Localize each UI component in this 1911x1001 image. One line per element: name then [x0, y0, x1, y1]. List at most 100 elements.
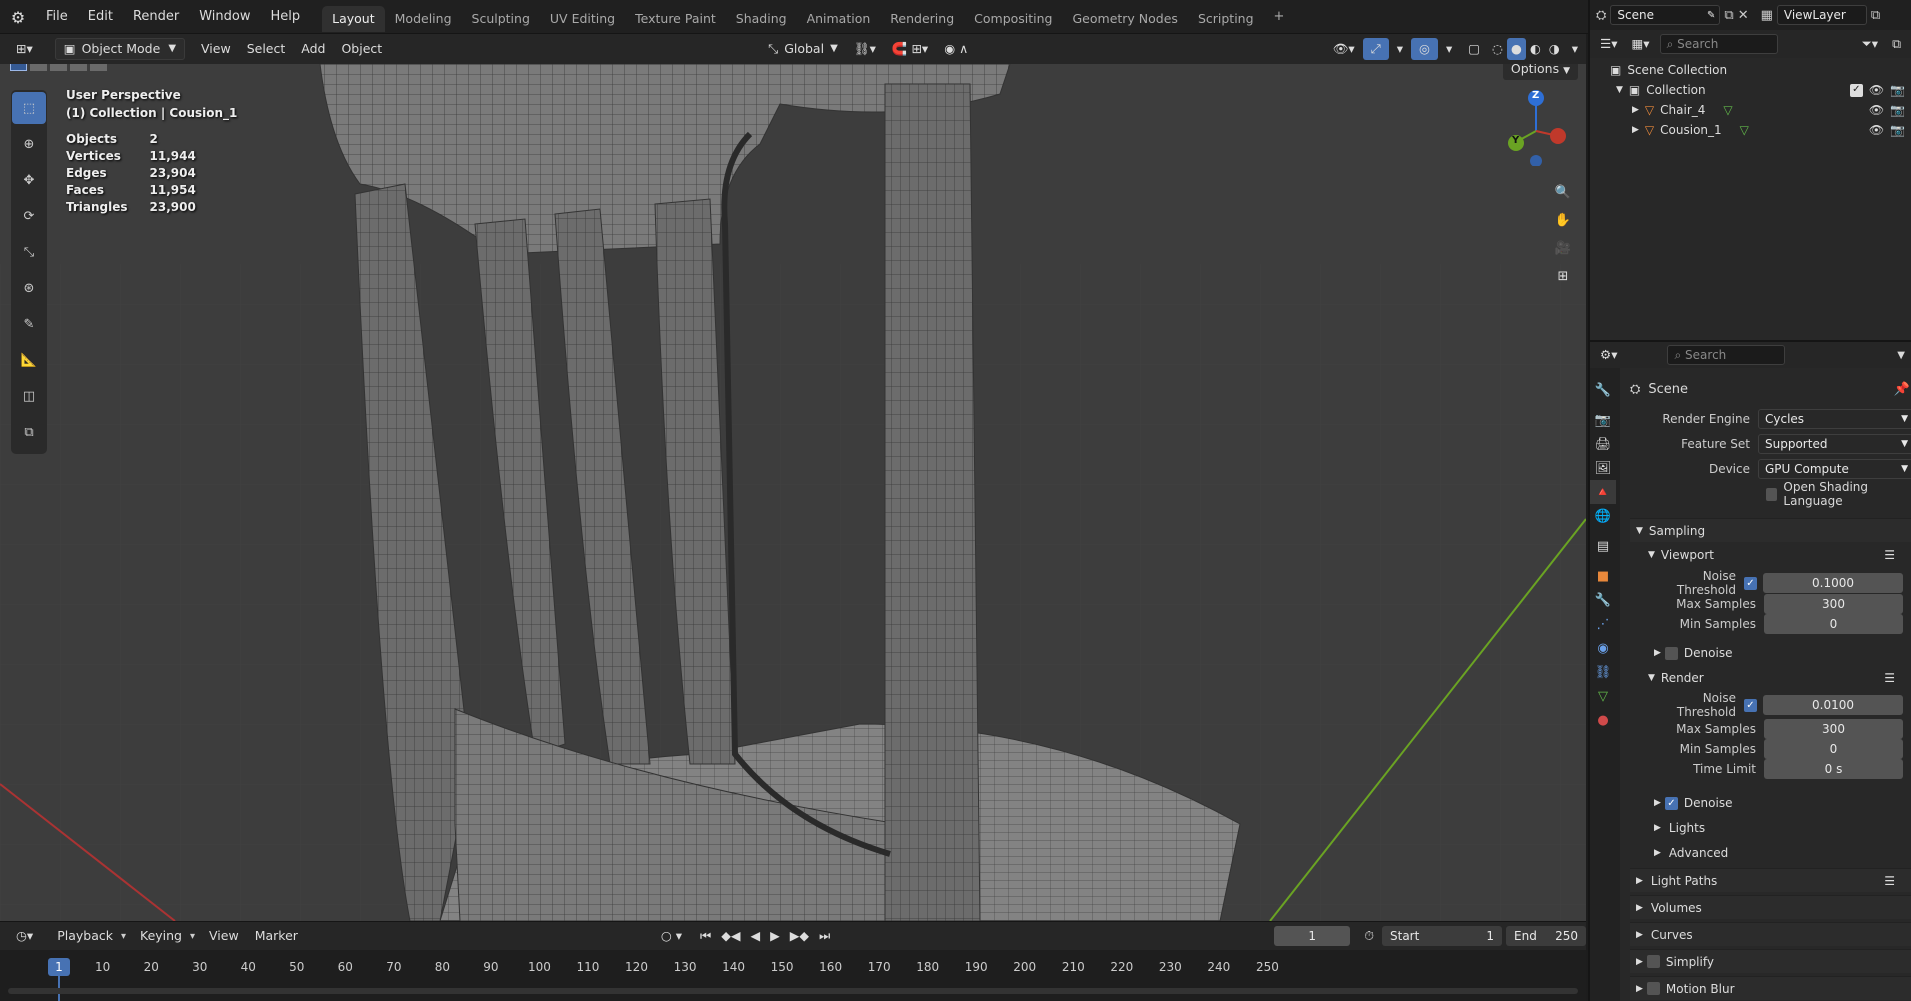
material-shading-icon[interactable]: ◐	[1526, 38, 1545, 60]
tool-tab-icon[interactable]: 🔧	[1590, 378, 1616, 402]
select-subtract-icon[interactable]	[50, 64, 67, 71]
motion-blur-checkbox[interactable]	[1646, 982, 1660, 995]
osl-row[interactable]: Open Shading Language	[1648, 480, 1911, 508]
solid-shading-icon[interactable]: ●	[1506, 38, 1526, 60]
render-noise-checkbox[interactable]: ✓	[1744, 698, 1757, 712]
workspace-tab-animation[interactable]: Animation	[797, 6, 881, 32]
camera-view-icon[interactable]: 🎥	[1548, 234, 1578, 262]
object-row-cushion[interactable]: ▶ ▽ Cousion_1 ▽ 👁 📷	[1610, 120, 1911, 140]
viewport-menu-view[interactable]: View	[193, 38, 239, 60]
render-tab-icon[interactable]: 📷	[1590, 408, 1616, 432]
move-icon[interactable]: ✥	[12, 164, 46, 196]
view-layer-tab-icon[interactable]: 🖼	[1590, 456, 1616, 480]
camera-icon[interactable]: 📷	[1890, 100, 1905, 120]
render-max-samples-field[interactable]: 300	[1764, 719, 1903, 739]
physics-tab-icon[interactable]: ◉	[1590, 636, 1616, 660]
transform-orientation-dropdown[interactable]: ⤡ Global ▼	[760, 38, 846, 60]
timeline-menu-view[interactable]: View	[201, 925, 247, 947]
menu-window[interactable]: Window	[189, 0, 260, 34]
scene-tab-icon[interactable]: 🔺	[1590, 480, 1616, 504]
select-intersect-icon[interactable]	[90, 64, 107, 71]
annotate-icon[interactable]: ✎	[12, 308, 46, 340]
collection-tab-icon[interactable]: ▤	[1590, 534, 1616, 558]
menu-file[interactable]: File	[36, 0, 78, 34]
properties-type-icon[interactable]: ⚙▾	[1596, 344, 1621, 366]
menu-help[interactable]: Help	[261, 0, 311, 34]
workspace-tab-uv-editing[interactable]: UV Editing	[540, 6, 625, 32]
3d-viewport[interactable]: User Perspective (1) Collection | Cousio…	[0, 64, 1586, 921]
play-icon[interactable]: ▶	[766, 925, 784, 947]
particles-tab-icon[interactable]: ⋰	[1590, 612, 1616, 636]
new-view-layer-icon[interactable]: ⧉	[1871, 8, 1880, 23]
transform-icon[interactable]: ⊛	[12, 272, 46, 304]
keyframe-record-icon[interactable]: ○ ▾	[653, 925, 690, 947]
add-cube-icon[interactable]: ◫	[12, 380, 46, 412]
delete-scene-icon[interactable]: ✕	[1738, 8, 1749, 23]
chevron-down-icon[interactable]: ▼	[1897, 350, 1905, 361]
light-paths-panel-header[interactable]: ▶ Light Paths ☰	[1630, 868, 1911, 892]
jump-start-icon[interactable]: ⏮	[696, 925, 715, 947]
render-subpanel-header[interactable]: ▼ Render ☰	[1648, 667, 1911, 689]
list-icon[interactable]: ☰	[1884, 548, 1895, 562]
material-tab-icon[interactable]: ●	[1590, 708, 1616, 732]
modifier-tab-icon[interactable]: 🔧	[1590, 588, 1616, 612]
camera-icon[interactable]: 📷	[1890, 80, 1905, 100]
next-keyframe-icon[interactable]: ▶◆	[786, 925, 813, 947]
start-frame-field[interactable]: Start 1	[1382, 926, 1502, 946]
select-new-icon[interactable]	[10, 64, 27, 71]
workspace-tab-texture-paint[interactable]: Texture Paint	[625, 6, 726, 32]
gizmo-toggle-button[interactable]: ⤢	[1362, 38, 1389, 60]
curves-panel-header[interactable]: ▶ Curves	[1630, 922, 1911, 946]
object-tab-icon[interactable]: ■	[1590, 564, 1616, 588]
timeline-editor-type[interactable]: ◷▾	[8, 925, 41, 947]
viewport-max-samples-field[interactable]: 300	[1764, 594, 1903, 614]
render-engine-dropdown[interactable]: Cycles ▼	[1758, 409, 1911, 429]
proportional-edit-button[interactable]: ◉ ∧	[936, 38, 976, 60]
eye-icon[interactable]: 👁	[1869, 100, 1884, 120]
world-tab-icon[interactable]: 🌐	[1590, 504, 1616, 528]
add-workspace-button[interactable]: +	[1264, 0, 1295, 34]
zoom-icon[interactable]: 🔍	[1548, 178, 1578, 206]
lights-subpanel-header[interactable]: ▶ Lights	[1648, 817, 1911, 839]
render-min-samples-field[interactable]: 0	[1764, 739, 1903, 759]
jump-end-icon[interactable]: ⏭	[815, 925, 834, 947]
filter-icon[interactable]: ⏷▾	[1858, 33, 1882, 55]
menu-edit[interactable]: Edit	[78, 0, 123, 34]
render-denoise-header[interactable]: ▶ ✓ Denoise	[1648, 792, 1911, 814]
measure-icon[interactable]: 📐	[12, 344, 46, 376]
workspace-tab-shading[interactable]: Shading	[726, 6, 797, 32]
navigation-gizmo[interactable]: Z Y	[1496, 86, 1566, 167]
workspace-tab-scripting[interactable]: Scripting	[1188, 6, 1264, 32]
new-scene-icon[interactable]: ⧉	[1724, 8, 1733, 23]
motion-blur-panel-header[interactable]: ▶ Motion Blur	[1630, 976, 1911, 1000]
advanced-subpanel-header[interactable]: ▶ Advanced	[1648, 842, 1911, 864]
viewport-noise-field[interactable]: 0.1000	[1763, 573, 1903, 593]
workspace-tab-sculpting[interactable]: Sculpting	[462, 6, 540, 32]
end-frame-field[interactable]: End 250	[1506, 926, 1586, 946]
viewport-noise-checkbox[interactable]: ✓	[1744, 576, 1757, 590]
perspective-grid-icon[interactable]: ⊞	[1548, 262, 1578, 290]
workspace-tab-modeling[interactable]: Modeling	[385, 6, 462, 32]
prev-keyframe-icon[interactable]: ◆◀	[717, 925, 744, 947]
gizmo-dropdown[interactable]: ▾	[1389, 38, 1411, 60]
scene-selector[interactable]: Scene ✎	[1610, 5, 1721, 25]
viewport-menu-object[interactable]: Object	[333, 38, 390, 60]
select-invert-icon[interactable]	[70, 64, 87, 71]
exclude-checkbox[interactable]: ✓	[1849, 83, 1863, 97]
menu-render[interactable]: Render	[123, 0, 189, 34]
collection-row[interactable]: ▼ ▣ Collection ✓ 👁 📷	[1610, 80, 1911, 100]
volumes-panel-header[interactable]: ▶ Volumes	[1630, 895, 1911, 919]
simplify-checkbox[interactable]	[1646, 955, 1660, 968]
pin-icon[interactable]: 📌	[1894, 382, 1910, 397]
timeline-menu-keying[interactable]: Keying	[132, 925, 190, 947]
viewport-menu-add[interactable]: Add	[293, 38, 333, 60]
options-dropdown[interactable]: Options ▼	[1502, 64, 1578, 80]
select-box-icon[interactable]: ⬚	[12, 92, 46, 124]
constraints-tab-icon[interactable]: ⛓	[1590, 660, 1616, 684]
outliner-search[interactable]: ⌕ Search	[1659, 34, 1778, 54]
view-layer-selector[interactable]: ViewLayer	[1776, 5, 1867, 25]
visibility-button[interactable]: 👁▾	[1325, 38, 1363, 60]
viewport-denoise-header[interactable]: ▶ Denoise	[1648, 642, 1911, 664]
workspace-tab-layout[interactable]: Layout	[322, 6, 385, 32]
timeline-scrollbar[interactable]	[8, 988, 1578, 994]
